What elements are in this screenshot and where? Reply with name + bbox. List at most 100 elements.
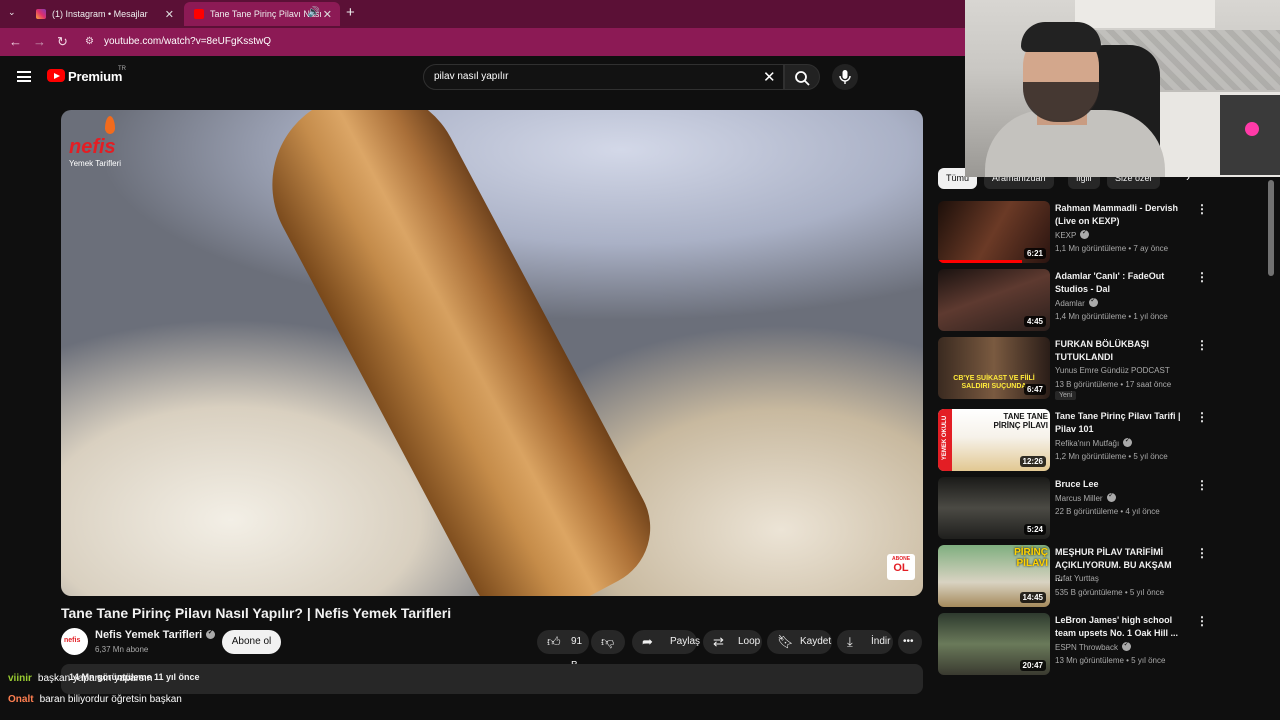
- youtube-premium-logo[interactable]: Premium: [68, 69, 122, 84]
- youtube-icon: [194, 9, 204, 19]
- thumbnail-side-text: YEMEK OKULU: [942, 415, 948, 461]
- verified-icon: [1123, 436, 1133, 447]
- tab-label: (1) Instagram • Mesajlar: [52, 9, 148, 19]
- sidebar-scrollbar[interactable]: [1268, 180, 1274, 276]
- channel-name[interactable]: Adamlar: [1055, 296, 1098, 308]
- more-vert-icon[interactable]: ⋮: [1196, 338, 1208, 352]
- search-input[interactable]: pilav nasıl yapılır ✕: [423, 64, 784, 90]
- more-actions-button[interactable]: •••: [898, 630, 922, 654]
- tab-list-chevron-icon[interactable]: ⌄: [8, 7, 16, 18]
- video-thumbnail[interactable]: 20:47: [938, 613, 1050, 675]
- clear-search-icon[interactable]: ✕: [763, 68, 776, 86]
- bookmark-icon: 🔖︎: [777, 634, 794, 649]
- site-info-icon[interactable]: ⚙: [85, 36, 94, 47]
- channel-name[interactable]: Nefis Yemek Tarifleri: [95, 628, 216, 641]
- duration-badge: 14:45: [1019, 592, 1046, 603]
- video-player[interactable]: nefis Yemek Tarifleri ABONE OL: [61, 110, 923, 596]
- channel-text[interactable]: Marcus Miller: [1055, 494, 1103, 503]
- subscriber-count: 6,37 Mn abone: [95, 645, 149, 654]
- recommendation-item[interactable]: 5:24 Bruce Lee Marcus Miller 22 B görünt…: [938, 477, 1208, 541]
- more-vert-icon[interactable]: ⋮: [1196, 270, 1208, 284]
- channel-name[interactable]: Marcus Miller: [1055, 491, 1116, 503]
- video-title: Tane Tane Pirinç Pilavı Nasıl Yapılır? |…: [61, 605, 452, 621]
- new-badge: Yeni: [1055, 391, 1077, 400]
- video-thumbnail[interactable]: YEMEK OKULU TANE TANE PİRİNÇ PİLAVI 12:2…: [938, 409, 1050, 471]
- menu-icon[interactable]: [17, 71, 31, 82]
- loop-icon: ⇄: [713, 634, 724, 649]
- tab-instagram[interactable]: (1) Instagram • Mesajlar ✕: [26, 2, 182, 26]
- channel-text[interactable]: Adamlar: [1055, 299, 1085, 308]
- like-button[interactable]: 👍︎91 B: [537, 630, 589, 671]
- download-button[interactable]: ⤓ İndir: [837, 630, 893, 654]
- more-vert-icon[interactable]: ⋮: [1196, 410, 1208, 424]
- close-tab-icon[interactable]: ✕: [323, 8, 332, 21]
- chat-text: baran biliyordur öğretsin başkan: [39, 694, 182, 705]
- thumbnail-caption: PİRİNÇ PİLAVI: [1014, 547, 1048, 569]
- recommendation-item[interactable]: PİRİNÇ PİLAVI 14:45 MEŞHUR PİLAV TARİFİM…: [938, 545, 1208, 609]
- tab-youtube[interactable]: Tane Tane Pirinç Pilavı Nası 🔊 ✕: [184, 2, 340, 26]
- video-meta: 1,4 Mn görüntüleme • 1 yıl önce: [1055, 312, 1168, 321]
- channel-avatar[interactable]: nefis: [61, 628, 88, 655]
- subscribe-button[interactable]: Abone ol: [222, 630, 281, 654]
- back-icon[interactable]: ←: [9, 34, 22, 49]
- channel-name[interactable]: KEXP: [1055, 228, 1090, 240]
- video-title[interactable]: Tane Tane Pirinç Pilavı Tarifi | Pilav 1…: [1055, 410, 1181, 436]
- channel-name-text[interactable]: Nefis Yemek Tarifleri: [95, 629, 202, 641]
- more-vert-icon[interactable]: ⋮: [1196, 478, 1208, 492]
- video-thumbnail[interactable]: CB'YE SUİKAST VE FİİLİ SALDIRI SUÇUNDA 6…: [938, 337, 1050, 399]
- voice-search-button[interactable]: [832, 64, 858, 90]
- watch-progress-bar: [938, 260, 1022, 263]
- microphone-icon: [839, 70, 851, 84]
- recommendation-item[interactable]: YEMEK OKULU TANE TANE PİRİNÇ PİLAVI 12:2…: [938, 409, 1208, 473]
- chat-message: viinir başkan yaparsın yaparsın: [8, 673, 152, 684]
- channel-text[interactable]: ESPN Throwback: [1055, 643, 1118, 652]
- share-icon: ➦: [642, 634, 653, 649]
- forward-icon[interactable]: →: [33, 34, 46, 49]
- close-tab-icon[interactable]: ✕: [165, 8, 174, 21]
- save-label: Kaydet: [800, 636, 832, 647]
- subscribe-watermark[interactable]: ABONE OL: [887, 554, 915, 580]
- video-thumbnail[interactable]: 6:21: [938, 201, 1050, 263]
- video-title[interactable]: FURKAN BÖLÜKBAŞI TUTUKLANDI: [1055, 338, 1181, 364]
- video-title[interactable]: Rahman Mammadli - Dervish (Live on KEXP): [1055, 202, 1181, 228]
- region-code: TR: [118, 66, 126, 72]
- new-tab-icon[interactable]: +: [346, 4, 355, 21]
- channel-text[interactable]: KEXP: [1055, 231, 1076, 240]
- video-meta: 13 B görüntüleme • 17 saat önce: [1055, 380, 1172, 389]
- url-field[interactable]: youtube.com/watch?v=8eUFgKsstwQ: [104, 36, 271, 47]
- video-thumbnail[interactable]: 4:45: [938, 269, 1050, 331]
- thumbnail-caption: TANE TANE PİRİNÇ PİLAVI: [993, 412, 1048, 430]
- reload-icon[interactable]: ↻: [57, 34, 68, 50]
- watermark-word: nefis: [69, 136, 116, 158]
- save-button[interactable]: 🔖︎ Kaydet: [767, 630, 832, 654]
- duration-badge: 6:47: [1023, 384, 1046, 395]
- share-button[interactable]: ➦ Paylaş: [632, 630, 700, 654]
- loop-button[interactable]: ⇄ Loop: [703, 630, 762, 654]
- search-button[interactable]: [784, 64, 820, 90]
- more-vert-icon[interactable]: ⋮: [1196, 614, 1208, 628]
- recommendation-item[interactable]: 4:45 Adamlar 'Canlı' : FadeOut Studios -…: [938, 269, 1208, 333]
- recommendation-item[interactable]: CB'YE SUİKAST VE FİİLİ SALDIRI SUÇUNDA 6…: [938, 337, 1208, 401]
- video-title[interactable]: LeBron James' high school team upsets No…: [1055, 614, 1181, 640]
- video-thumbnail[interactable]: PİRİNÇ PİLAVI 14:45: [938, 545, 1050, 607]
- more-vert-icon[interactable]: ⋮: [1196, 546, 1208, 560]
- speaker-icon[interactable]: 🔊: [308, 7, 320, 18]
- channel-watermark-logo: nefis Yemek Tarifleri: [67, 116, 131, 168]
- more-vert-icon[interactable]: ⋮: [1196, 202, 1208, 216]
- video-title[interactable]: Adamlar 'Canlı' : FadeOut Studios - Dal: [1055, 270, 1181, 296]
- channel-text[interactable]: Refika'nın Mutfağı: [1055, 439, 1119, 448]
- video-title[interactable]: Bruce Lee: [1055, 478, 1181, 491]
- video-meta: 535 B görüntüleme • 5 yıl önce: [1055, 588, 1165, 597]
- avatar-text: nefis: [64, 637, 81, 644]
- video-thumbnail[interactable]: 5:24: [938, 477, 1050, 539]
- channel-name[interactable]: Yunus Emre Gündüz PODCAST: [1055, 366, 1170, 375]
- download-icon: ⤓: [847, 634, 853, 649]
- channel-name[interactable]: ESPN Throwback: [1055, 640, 1131, 652]
- channel-name[interactable]: Refika'nın Mutfağı: [1055, 436, 1133, 448]
- verified-icon: [1122, 640, 1131, 651]
- channel-name[interactable]: Rıfat Yurttaş: [1055, 574, 1099, 583]
- recommendation-item[interactable]: 6:21 Rahman Mammadli - Dervish (Live on …: [938, 201, 1208, 265]
- youtube-logo-icon[interactable]: [47, 69, 65, 82]
- webcam-cabinet: [1075, 0, 1215, 28]
- dislike-button[interactable]: 👎︎: [591, 630, 625, 654]
